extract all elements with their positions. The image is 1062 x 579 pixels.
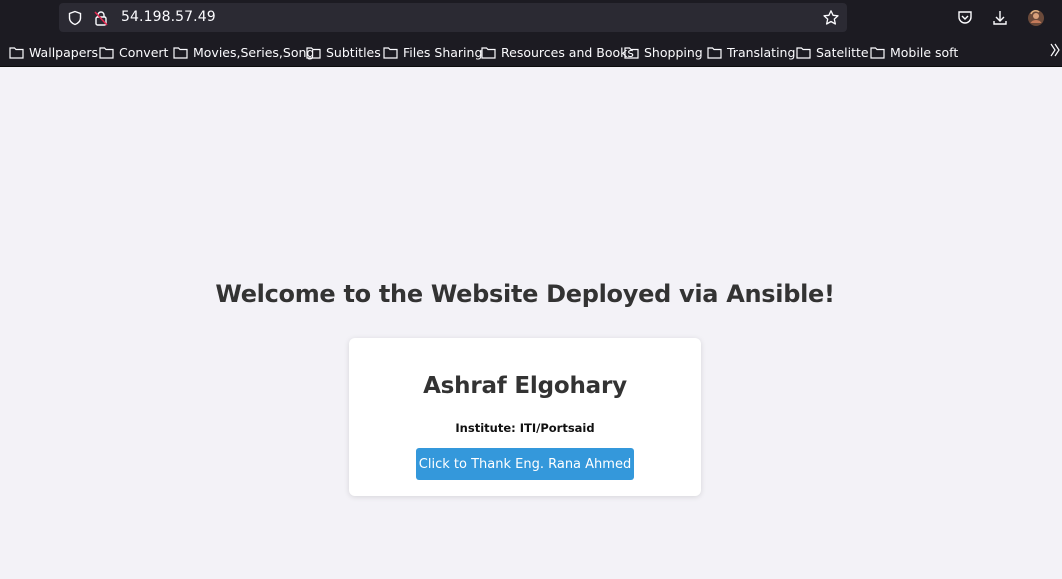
address-bar[interactable]: 54.198.57.49 [59,3,847,32]
bookmark-label: Satelitte [816,44,869,60]
folder-icon [173,46,188,59]
bookmark-label: Convert [119,44,169,60]
card-institute: Institute: ITI/Portsaid [455,421,595,435]
bookmark-label: Subtitles [326,44,381,60]
pocket-icon[interactable] [956,9,974,27]
bookmarks-overflow-icon[interactable] [1050,43,1060,62]
folder-icon [870,46,885,59]
page-heading: Welcome to the Website Deployed via Ansi… [215,280,835,308]
folder-icon [9,46,24,59]
insecure-connection-icon[interactable] [93,10,109,26]
download-icon[interactable] [991,9,1009,27]
bookmarks-toolbar: Wallpapers Convert Movies,Series,Song Su… [0,36,1062,67]
bookmark-label: Files Sharing [403,44,483,60]
bookmark-folder-subtitles[interactable]: Subtitles [306,43,381,61]
bookmark-folder-files-sharing[interactable]: Files Sharing [383,43,482,61]
bookmark-folder-convert[interactable]: Convert [99,43,168,61]
url-text[interactable]: 54.198.57.49 [121,9,216,25]
tracking-protection-icon[interactable] [67,10,83,26]
bookmark-label: Resources and Books [501,44,634,60]
thank-button[interactable]: Click to Thank Eng. Rana Ahmed [416,448,634,480]
folder-icon [624,46,639,59]
bookmark-label: Mobile soft [890,44,959,60]
bookmark-label: Shopping [644,44,703,60]
bookmark-folder-mobile-soft[interactable]: Mobile soft [870,43,958,61]
bookmark-label: Wallpapers [29,44,99,60]
profile-card: Ashraf Elgohary Institute: ITI/Portsaid … [349,338,701,496]
bookmark-label: Translating [727,44,796,60]
browser-toolbar: 54.198.57.49 [0,0,1062,36]
folder-icon [306,46,321,59]
folder-icon [796,46,811,59]
bookmark-folder-resources[interactable]: Resources and Books [481,43,634,61]
folder-icon [707,46,722,59]
bookmark-folder-shopping[interactable]: Shopping [624,43,703,61]
bookmark-folder-translating[interactable]: Translating [707,43,795,61]
bookmark-folder-wallpapers[interactable]: Wallpapers [9,43,98,61]
web-page: Welcome to the Website Deployed via Ansi… [0,67,1062,579]
bookmark-folder-movies[interactable]: Movies,Series,Song [173,43,314,61]
folder-icon [383,46,398,59]
bookmark-star-icon[interactable] [822,9,839,25]
folder-icon [481,46,496,59]
folder-icon [99,46,114,59]
card-name: Ashraf Elgohary [423,373,627,399]
bookmark-folder-satelitte[interactable]: Satelitte [796,43,869,61]
account-avatar-icon[interactable] [1027,9,1045,27]
bookmark-label: Movies,Series,Song [193,44,315,60]
